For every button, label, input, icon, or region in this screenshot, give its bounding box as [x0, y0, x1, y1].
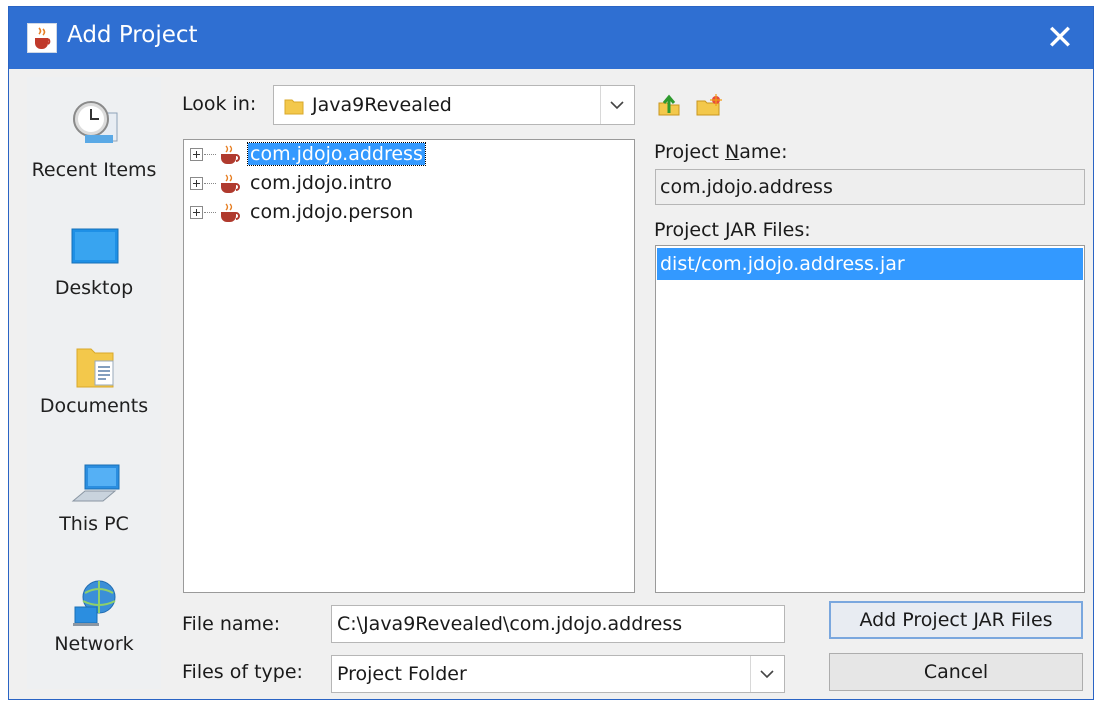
list-item-name: com.jdojo.person: [250, 201, 414, 223]
place-network[interactable]: Network: [27, 571, 161, 661]
new-folder-button[interactable]: [695, 91, 723, 119]
cancel-button[interactable]: Cancel: [829, 653, 1083, 691]
close-button[interactable]: ✕: [1037, 15, 1083, 61]
files-of-type-dropdown-arrow[interactable]: [750, 656, 784, 692]
chevron-down-icon: [760, 670, 774, 679]
place-label: Documents: [39, 395, 149, 417]
file-name-value: C:\Java9Revealed\com.jdojo.address: [337, 613, 683, 635]
up-folder-button[interactable]: [655, 91, 683, 119]
place-recent-items[interactable]: Recent Items: [27, 89, 161, 189]
expand-toggle[interactable]: [190, 148, 203, 161]
project-name-value: com.jdojo.address: [660, 176, 833, 198]
place-label: This PC: [59, 513, 129, 535]
network-icon: [73, 580, 116, 626]
chevron-down-icon: [610, 101, 624, 110]
file-list[interactable]: com.jdojo.address com.jdojo.intro com.jd…: [183, 139, 635, 593]
java-project-icon: [221, 145, 240, 164]
expand-toggle[interactable]: [190, 177, 203, 190]
files-of-type-label: Files of type:: [182, 661, 303, 683]
place-this-pc[interactable]: This PC: [27, 453, 161, 543]
title-bar[interactable]: Add Project ✕: [9, 7, 1093, 69]
window-title: Add Project: [67, 22, 198, 48]
project-jar-files-label: Project JAR Files:: [654, 219, 811, 241]
look-in-combo[interactable]: Java9Revealed: [273, 85, 635, 125]
clock-icon: [73, 101, 118, 143]
place-label: Recent Items: [31, 159, 157, 181]
expand-toggle[interactable]: [190, 206, 203, 219]
files-of-type-combo[interactable]: Project Folder: [331, 655, 785, 693]
add-project-jar-files-button[interactable]: Add Project JAR Files: [829, 601, 1083, 639]
project-name-field: com.jdojo.address: [655, 169, 1085, 205]
look-in-value: Java9Revealed: [312, 94, 452, 116]
close-icon: ✕: [1045, 18, 1075, 58]
look-in-label: Look in:: [182, 93, 257, 115]
folder-icon: [284, 99, 304, 115]
list-item-name: com.jdojo.intro: [250, 172, 392, 194]
place-desktop[interactable]: Desktop: [27, 217, 161, 307]
place-label: Network: [54, 633, 134, 655]
java-app-icon: [27, 23, 57, 53]
computer-icon: [71, 464, 120, 502]
add-project-dialog: Add Project ✕ Recent Items Desktop Docum…: [8, 6, 1094, 700]
look-in-dropdown-arrow[interactable]: [600, 86, 634, 124]
file-name-input[interactable]: C:\Java9Revealed\com.jdojo.address: [331, 605, 785, 643]
project-jar-files-list[interactable]: dist/com.jdojo.address.jar: [655, 245, 1085, 593]
file-name-label: File name:: [182, 613, 281, 635]
place-label: Desktop: [54, 277, 134, 299]
java-project-icon: [221, 203, 240, 222]
documents-folder-icon: [76, 348, 114, 388]
desktop-icon: [71, 228, 119, 264]
place-documents[interactable]: Documents: [27, 335, 161, 425]
java-project-icon: [221, 174, 240, 193]
places-sidebar: Recent Items Desktop Documents This PC N…: [27, 77, 161, 689]
list-item[interactable]: dist/com.jdojo.address.jar: [657, 248, 1083, 280]
up-folder-icon: [658, 94, 680, 116]
project-name-label: Project Name:: [654, 141, 788, 163]
files-of-type-value: Project Folder: [337, 663, 467, 685]
new-folder-icon: [696, 94, 722, 116]
list-item-name: com.jdojo.address: [247, 142, 426, 166]
